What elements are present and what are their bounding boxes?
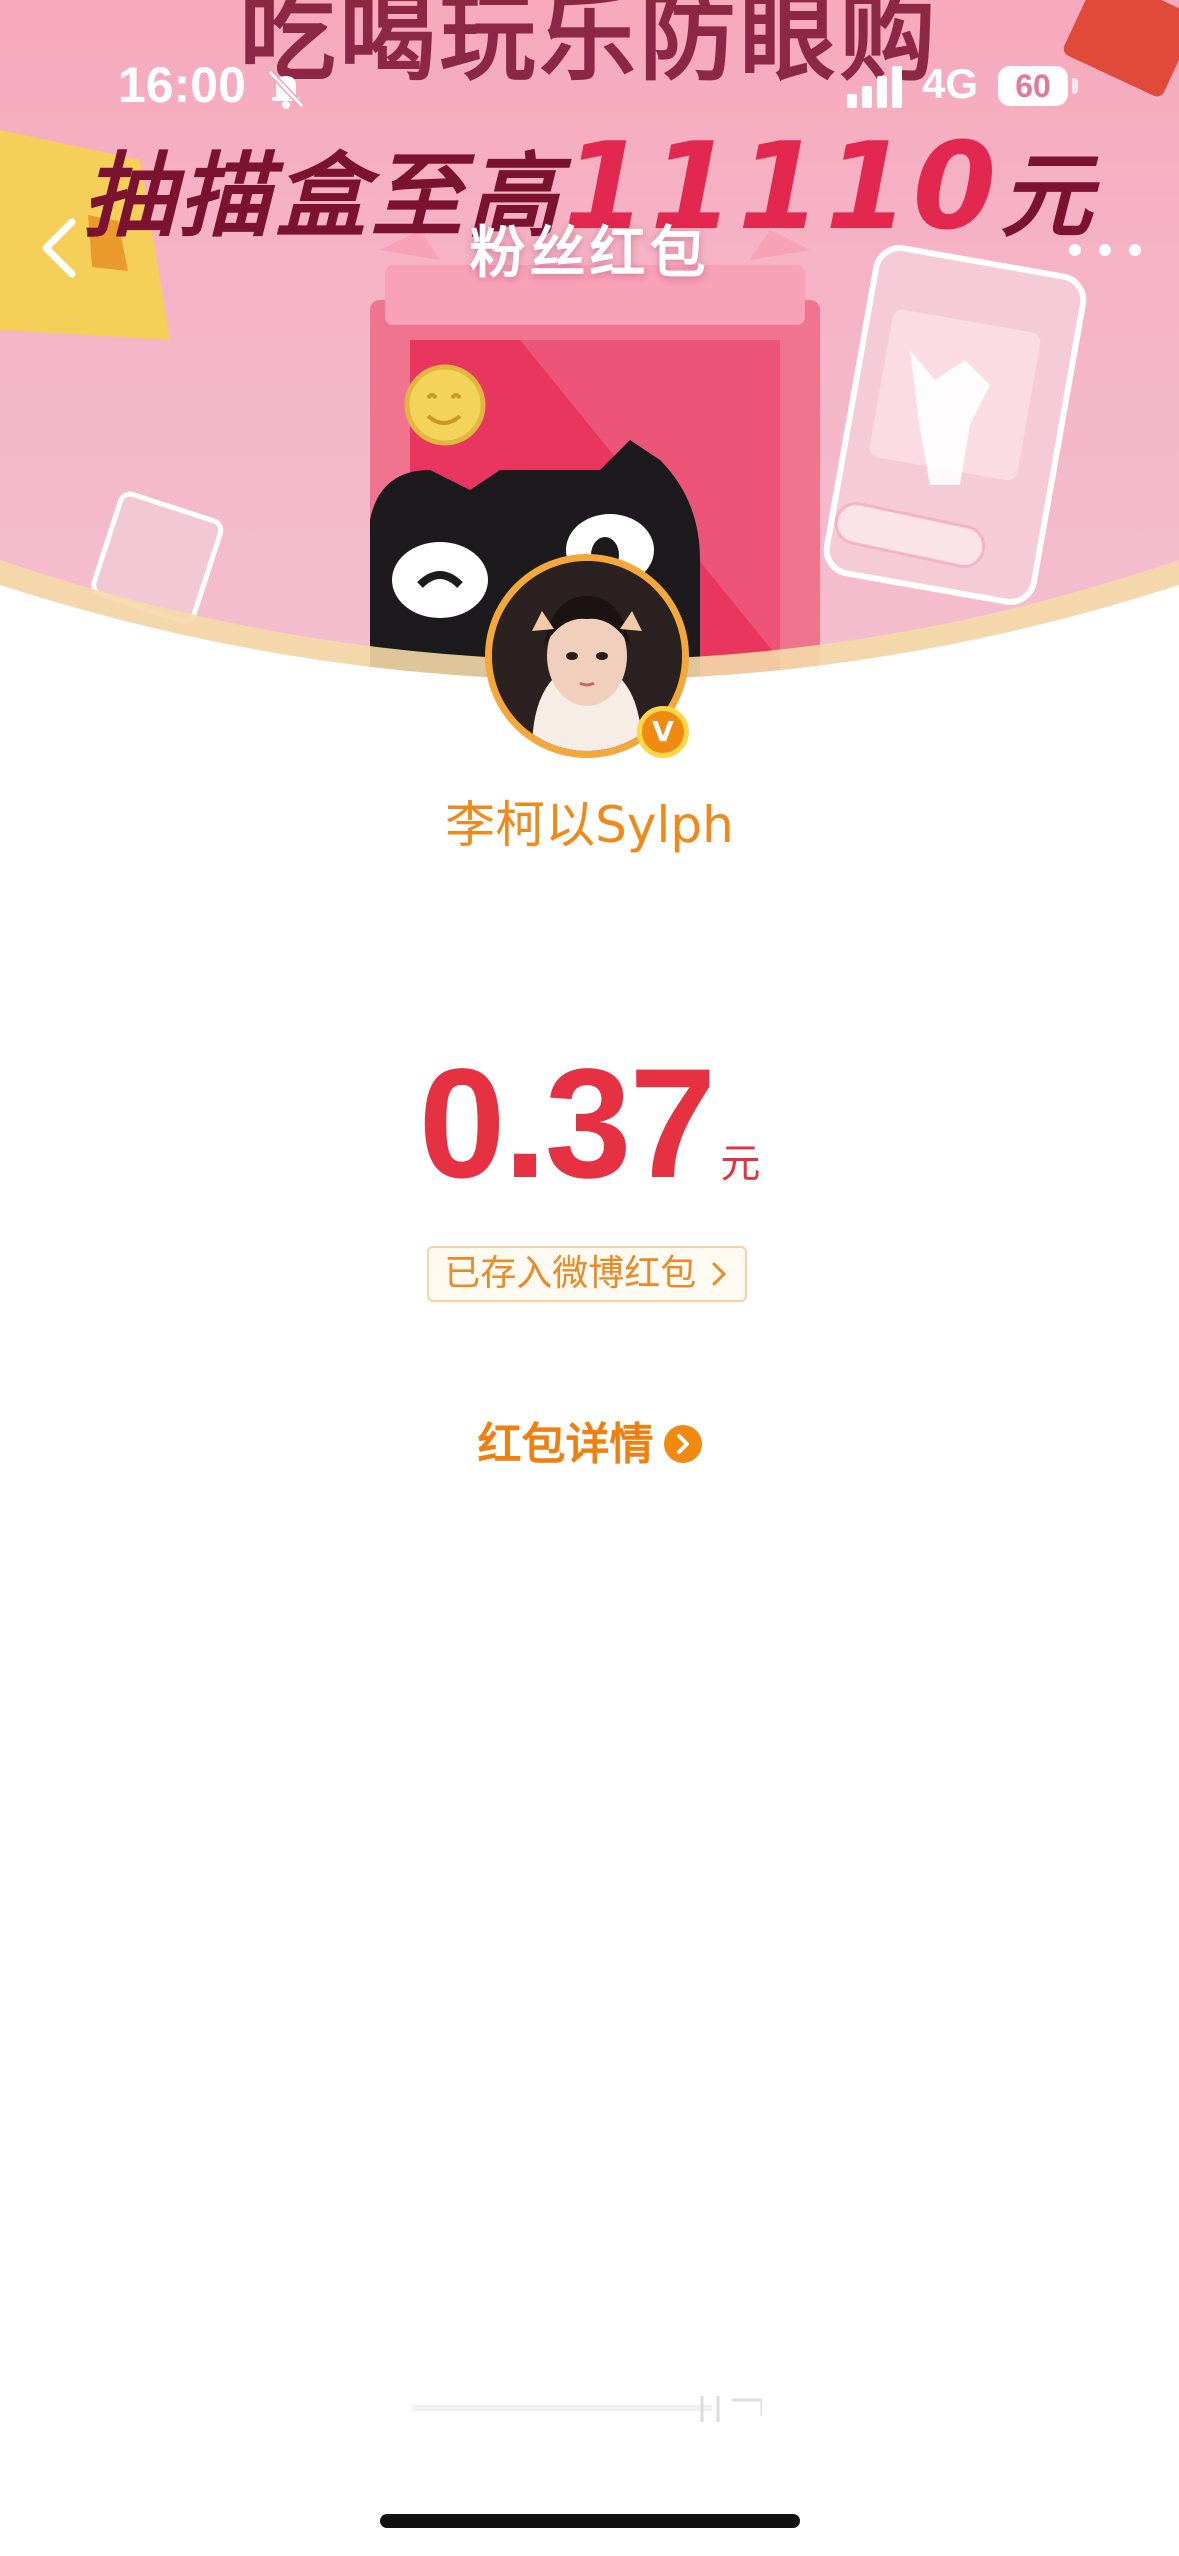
home-indicator[interactable] xyxy=(380,2514,800,2528)
battery-tip xyxy=(1072,78,1078,94)
more-options-button[interactable] xyxy=(1060,220,1150,280)
sender-name[interactable]: 李柯以Sylph xyxy=(0,785,1179,857)
more-dots-icon xyxy=(1069,244,1141,256)
faint-scroll-hint xyxy=(412,2396,762,2422)
amount-unit: 元 xyxy=(720,1141,761,1187)
red-packet-details-link[interactable]: 红包详情 xyxy=(0,1408,1179,1472)
deposit-status-link[interactable]: 已存入微博红包 xyxy=(427,1246,747,1302)
status-bar: 16:00 4G 60 xyxy=(0,50,1179,130)
cellular-signal-icon xyxy=(847,66,902,108)
nav-bar: 粉丝红包 xyxy=(0,200,1179,290)
status-time: 16:00 xyxy=(118,57,246,113)
arrow-circle-right-icon xyxy=(663,1425,702,1463)
page-title: 粉丝红包 xyxy=(469,221,710,286)
red-packet-amount: 0.37 元 xyxy=(0,1035,1179,1214)
verified-badge-icon: V xyxy=(637,706,689,758)
bell-muted-icon xyxy=(267,69,305,109)
network-type: 4G xyxy=(922,60,979,107)
coin-decoration xyxy=(404,364,486,446)
detail-label: 红包详情 xyxy=(477,1419,654,1470)
chevron-right-icon xyxy=(712,1262,726,1286)
amount-value: 0.37 xyxy=(418,1037,717,1211)
deposit-label: 已存入微博红包 xyxy=(444,1253,697,1294)
battery-indicator: 60 xyxy=(998,66,1068,106)
claw-machine-illustration xyxy=(823,245,1087,605)
